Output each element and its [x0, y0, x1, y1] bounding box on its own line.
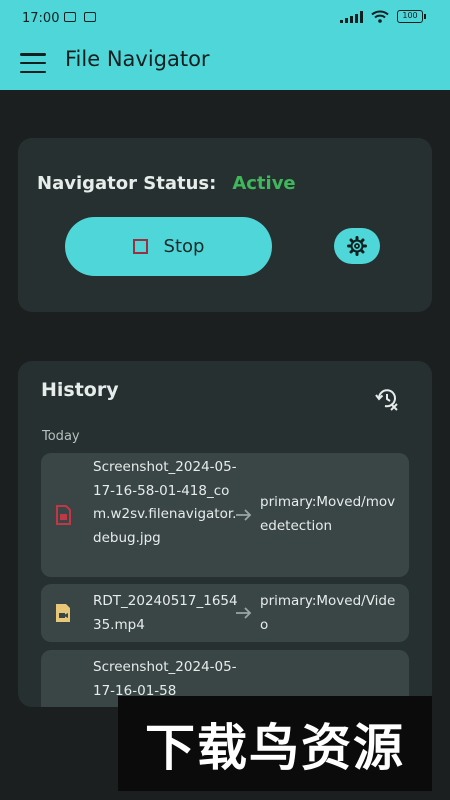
history-item[interactable]: RDT_20240517_165435.mp4 primary:Moved/Vi…	[41, 584, 409, 642]
battery-icon: 100	[397, 10, 426, 23]
watermark: 下载鸟资源	[118, 696, 432, 791]
stop-button[interactable]: Stop	[65, 217, 272, 276]
image-file-icon	[56, 505, 71, 525]
history-item-destination: primary:Moved/movedetection	[260, 494, 396, 534]
wifi-icon	[371, 10, 389, 23]
settings-button[interactable]	[334, 228, 380, 264]
cell-signal-icon	[340, 10, 363, 23]
download-notification-icon	[84, 12, 96, 22]
app-title: File Navigator	[65, 47, 210, 71]
battery-level: 100	[397, 10, 423, 23]
notification-icon	[64, 12, 76, 22]
history-item-name: Screenshot_2024-05-17-16-58-01-418_com.w…	[93, 459, 237, 546]
navigator-status-row: Navigator Status: Active	[37, 173, 296, 194]
status-time: 17:00	[22, 11, 60, 26]
arrow-right-icon	[236, 607, 252, 619]
history-card: History Today Screenshot_2024-05-17-16-5…	[18, 361, 432, 707]
stop-button-label: Stop	[163, 236, 205, 257]
gear-icon	[347, 236, 367, 256]
app-bar: File Navigator	[0, 36, 450, 90]
arrow-right-icon	[236, 509, 252, 521]
clear-history-icon[interactable]	[374, 386, 400, 412]
history-item[interactable]: Screenshot_2024-05-17-16-58-01-418_com.w…	[41, 453, 409, 577]
history-item-destination: primary:Moved/Video	[260, 593, 396, 633]
navigator-status-value: Active	[232, 173, 296, 194]
history-title: History	[41, 379, 119, 401]
menu-icon[interactable]	[20, 53, 46, 73]
stop-icon	[132, 239, 148, 254]
history-day-label: Today	[42, 429, 80, 444]
navigator-status-card: Navigator Status: Active Stop	[18, 138, 432, 312]
history-item-name: RDT_20240517_165435.mp4	[93, 593, 238, 633]
navigator-status-label: Navigator Status:	[37, 173, 217, 194]
video-file-icon	[56, 604, 70, 622]
status-bar: 17:00 100	[0, 0, 450, 36]
